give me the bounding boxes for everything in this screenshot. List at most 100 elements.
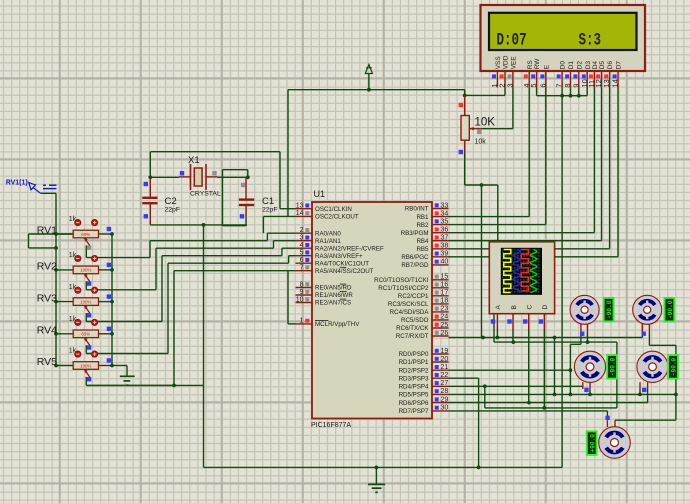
svg-text:RV5: RV5 xyxy=(37,356,57,368)
svg-text:100%: 100% xyxy=(80,268,91,273)
svg-text:65%: 65% xyxy=(81,332,90,337)
svg-text:D2: D2 xyxy=(576,61,583,70)
svg-text:D1: D1 xyxy=(568,61,575,70)
svg-text:RV2: RV2 xyxy=(37,261,57,273)
svg-text:RB2: RB2 xyxy=(416,222,429,229)
svg-text:17: 17 xyxy=(441,290,449,297)
svg-text:CRYSTAL: CRYSTAL xyxy=(190,191,221,198)
svg-text:RB6/PGC: RB6/PGC xyxy=(401,254,429,261)
svg-text:RV1(1): RV1(1) xyxy=(6,180,28,187)
svg-text:RD7/PSP7: RD7/PSP7 xyxy=(399,408,429,415)
svg-text:RE1/AN6/WR: RE1/AN6/WR xyxy=(315,292,353,299)
svg-text:5: 5 xyxy=(529,83,538,87)
svg-text:RD0/PSP0: RD0/PSP0 xyxy=(399,351,429,358)
svg-text:OSC1/CLKIN: OSC1/CLKIN xyxy=(315,206,352,213)
svg-text:14: 14 xyxy=(611,79,620,87)
svg-text:RB0/INT: RB0/INT xyxy=(405,206,429,213)
svg-text:RC2/CCP1: RC2/CCP1 xyxy=(398,293,429,300)
svg-text:RC3/SCK/SCL: RC3/SCK/SCL xyxy=(388,301,429,308)
svg-text:37: 37 xyxy=(441,235,449,242)
svg-text:VEE: VEE xyxy=(511,56,518,70)
svg-text:OSC2/CLKOUT: OSC2/CLKOUT xyxy=(315,214,359,221)
svg-text:36: 36 xyxy=(441,227,449,234)
svg-text:100%: 100% xyxy=(80,363,91,368)
svg-text:RA2/AN2/VREF-/CVREF: RA2/AN2/VREF-/CVREF xyxy=(315,245,384,252)
svg-text:B: B xyxy=(511,305,518,309)
svg-text:6: 6 xyxy=(300,257,304,264)
svg-text:6: 6 xyxy=(538,83,547,87)
svg-text:RD3/PSP3: RD3/PSP3 xyxy=(399,375,429,382)
svg-text:RE2/AN7/CS: RE2/AN7/CS xyxy=(315,300,351,307)
svg-text:15: 15 xyxy=(441,274,449,281)
svg-text:28: 28 xyxy=(441,388,449,395)
svg-text:10k: 10k xyxy=(475,139,487,146)
svg-text:-90.0: -90.0 xyxy=(671,357,678,376)
svg-text:27: 27 xyxy=(441,380,449,387)
svg-text:+90.0: +90.0 xyxy=(589,434,596,453)
svg-text:4: 4 xyxy=(300,242,304,249)
svg-text:RW: RW xyxy=(534,58,541,70)
svg-text:RA5/AN4/SS/C2OUT: RA5/AN4/SS/C2OUT xyxy=(315,268,374,275)
svg-text:RB4: RB4 xyxy=(416,238,429,245)
svg-text:35: 35 xyxy=(441,218,449,225)
svg-text:8: 8 xyxy=(300,281,304,288)
svg-text:RB3/PGM: RB3/PGM xyxy=(401,230,429,237)
svg-text:RC5/SDO: RC5/SDO xyxy=(401,317,429,324)
svg-text:19: 19 xyxy=(441,348,449,355)
svg-text:2: 2 xyxy=(300,227,304,234)
svg-text:RC0/T1OSO/T1CKI: RC0/T1OSO/T1CKI xyxy=(374,277,429,284)
svg-text:PIC16F877A: PIC16F877A xyxy=(311,422,351,429)
svg-text:RA0/AN0: RA0/AN0 xyxy=(315,230,341,237)
svg-text:22: 22 xyxy=(441,372,449,379)
svg-text:RV3: RV3 xyxy=(37,292,57,304)
svg-text:33: 33 xyxy=(441,202,449,209)
svg-text:RD2/PSP2: RD2/PSP2 xyxy=(399,367,429,374)
svg-text:1: 1 xyxy=(300,318,304,325)
svg-text:RC1/T1OSI/CCP2: RC1/T1OSI/CCP2 xyxy=(378,285,429,292)
svg-text:D:07: D:07 xyxy=(497,29,527,50)
svg-text:14: 14 xyxy=(296,210,304,217)
svg-text:22pF: 22pF xyxy=(165,207,181,214)
svg-text:34: 34 xyxy=(441,210,449,217)
svg-text:3: 3 xyxy=(506,83,515,87)
svg-text:23: 23 xyxy=(441,306,449,313)
svg-text:9: 9 xyxy=(300,289,304,296)
svg-text:RE0/AN5/RD: RE0/AN5/RD xyxy=(315,285,352,292)
svg-text:X1: X1 xyxy=(188,155,200,166)
svg-text:100%: 100% xyxy=(80,299,91,304)
svg-text:40: 40 xyxy=(441,259,449,266)
svg-text:20: 20 xyxy=(441,356,449,363)
svg-text:D0: D0 xyxy=(560,61,567,70)
svg-text:3: 3 xyxy=(300,235,304,242)
svg-text:A: A xyxy=(495,305,502,310)
svg-text:-90.0: -90.0 xyxy=(667,300,674,319)
svg-text:RC6/TX/CK: RC6/TX/CK xyxy=(396,325,429,332)
svg-text:25: 25 xyxy=(441,322,449,329)
svg-text:-90.0: -90.0 xyxy=(606,300,613,319)
svg-text:RA1/AN1: RA1/AN1 xyxy=(315,238,341,245)
svg-text:D4: D4 xyxy=(592,61,599,70)
svg-text:RA3/AN3/VREF+: RA3/AN3/VREF+ xyxy=(315,253,363,260)
svg-text:RC4/SDI/SDA: RC4/SDI/SDA xyxy=(390,309,430,316)
svg-text:RV4: RV4 xyxy=(37,325,57,337)
svg-text:18: 18 xyxy=(441,298,449,305)
svg-text:38: 38 xyxy=(441,243,449,250)
svg-text:29: 29 xyxy=(441,396,449,403)
svg-text:RC7/RX/DT: RC7/RX/DT xyxy=(396,333,429,340)
svg-text:C2: C2 xyxy=(165,196,177,207)
svg-text:C1: C1 xyxy=(262,196,274,207)
svg-text:10: 10 xyxy=(296,296,304,303)
svg-text:D3: D3 xyxy=(585,61,592,70)
svg-text:60%: 60% xyxy=(81,232,90,237)
svg-text:30: 30 xyxy=(441,405,449,412)
svg-text:RV1: RV1 xyxy=(37,225,57,237)
svg-text:24: 24 xyxy=(441,314,449,321)
svg-text:U1: U1 xyxy=(314,189,326,199)
svg-text:C: C xyxy=(527,305,534,310)
svg-text:RD6/PSP6: RD6/PSP6 xyxy=(399,400,429,407)
svg-text:RB7/PGD: RB7/PGD xyxy=(401,262,429,269)
svg-text:S:3: S:3 xyxy=(579,29,602,50)
svg-text:D: D xyxy=(542,305,549,310)
svg-text:7: 7 xyxy=(300,265,304,272)
svg-text:22pF: 22pF xyxy=(262,207,278,214)
